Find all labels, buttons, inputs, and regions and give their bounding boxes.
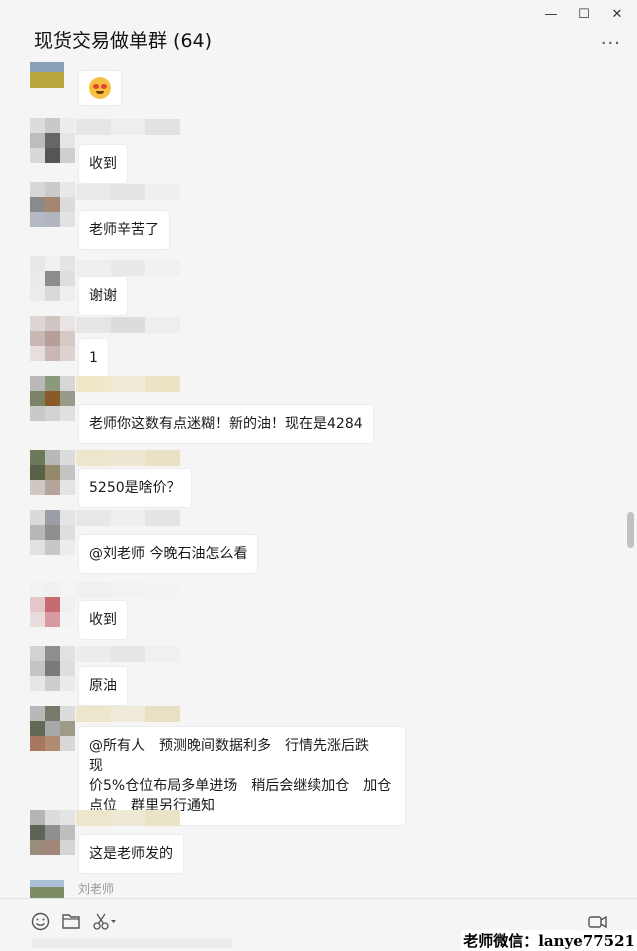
scissors-icon[interactable] [93, 913, 117, 930]
message-bubble[interactable]: 5250是啥价？ [78, 468, 192, 508]
avatar[interactable] [30, 62, 64, 88]
message-bubble[interactable]: 原油 [78, 666, 128, 706]
avatar[interactable] [30, 118, 75, 163]
avatar[interactable] [30, 810, 75, 855]
chat-title: 现货交易做单群 (64) [34, 30, 213, 52]
message-bubble[interactable]: @刘老师 今晚石油怎么看 [78, 534, 259, 574]
message-bubble[interactable]: 收到 [78, 600, 128, 640]
avatar[interactable] [30, 582, 75, 627]
avatar[interactable] [30, 450, 75, 495]
avatar[interactable] [30, 376, 75, 421]
avatar[interactable] [30, 646, 75, 691]
video-call-icon[interactable] [588, 913, 608, 931]
message-line: @所有人 预测晚间数据利多 行情先涨后跌 现 [89, 738, 383, 774]
sender-name-blurred [76, 260, 181, 276]
message-bubble[interactable] [78, 70, 122, 106]
blurred-strip [32, 939, 232, 948]
sender-name-blurred [76, 810, 181, 826]
sender-name-blurred [76, 376, 181, 392]
avatar[interactable] [30, 316, 75, 361]
sender-name-blurred [76, 184, 181, 200]
sender-name-blurred [76, 119, 181, 135]
title-bar: 现货交易做单群 (64) — ☐ ✕ ··· [0, 0, 637, 63]
minimize-button[interactable]: — [540, 6, 562, 24]
maximize-button[interactable]: ☐ [573, 6, 595, 24]
avatar[interactable] [30, 182, 75, 227]
folder-icon[interactable] [62, 913, 80, 929]
sender-name-blurred [76, 646, 181, 662]
sender-name-blurred [76, 450, 181, 466]
message-bubble[interactable]: 1 [78, 338, 109, 378]
message-line: 价5%仓位布局多单进场 稍后会继续加仓 加仓 [89, 778, 392, 794]
message-bubble[interactable]: 老师你这数有点迷糊！新的油！现在是4284 [78, 404, 374, 444]
message-bubble[interactable]: 老师辛苦了 [78, 210, 170, 250]
blushing-smile-emoji-icon [89, 77, 111, 99]
avatar[interactable] [30, 706, 75, 751]
message-bubble[interactable]: 谢谢 [78, 276, 128, 316]
avatar[interactable] [30, 880, 64, 898]
avatar[interactable] [30, 256, 75, 301]
message-bubble[interactable]: 收到 [78, 144, 128, 184]
sender-name-blurred [76, 706, 181, 722]
more-options-icon[interactable]: ··· [601, 33, 621, 54]
sender-name: 刘老师 [78, 882, 115, 896]
sender-name-blurred [76, 317, 181, 333]
sender-name-blurred [76, 582, 181, 598]
sender-name-blurred [76, 510, 181, 526]
scrollbar-thumb[interactable] [627, 512, 634, 548]
avatar[interactable] [30, 510, 75, 555]
message-bubble[interactable]: 这是老师发的 [78, 834, 184, 874]
close-button[interactable]: ✕ [606, 6, 628, 24]
chat-scrollbar[interactable] [625, 62, 637, 898]
emoji-icon[interactable] [31, 912, 50, 931]
chat-message-list[interactable]: 收到 老师辛苦了 谢谢 1 老师你这数有点迷糊！新的油！现在是4284 5250… [0, 62, 623, 898]
